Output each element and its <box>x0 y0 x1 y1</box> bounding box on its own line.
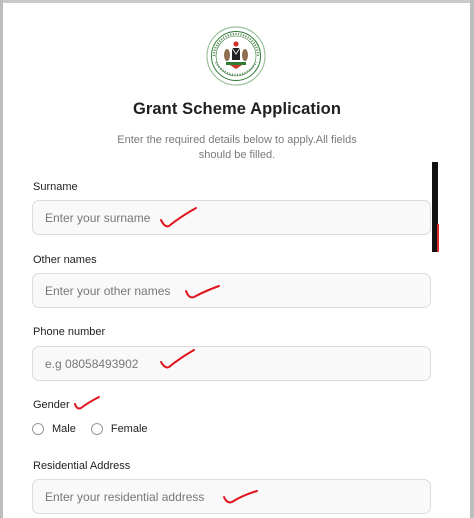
male-radio-label: Male <box>52 423 76 435</box>
application-page: Grant Scheme Application Enter the requi… <box>0 0 474 518</box>
page-title: Grant Scheme Application <box>132 100 342 118</box>
gender-option-female[interactable]: Female <box>90 423 148 435</box>
window-frame-left <box>0 0 3 518</box>
coat-of-arms-seal-icon <box>206 26 266 86</box>
surname-input[interactable] <box>32 200 431 235</box>
residential-address-label: Residential Address <box>33 460 131 472</box>
phone-number-input[interactable] <box>32 346 431 381</box>
female-radio-label: Female <box>110 423 148 435</box>
female-radio-button[interactable] <box>90 423 103 435</box>
gender-option-male[interactable]: Male <box>32 423 76 435</box>
gender-radio-group: Male Female <box>32 423 163 435</box>
window-frame-right <box>470 0 474 518</box>
phone-number-label: Phone number <box>33 326 106 338</box>
window-frame-top <box>0 0 474 3</box>
gender-label: Gender <box>33 399 70 411</box>
scrollbar-accent-mark <box>437 224 439 252</box>
page-subtitle: Enter the required details below to appl… <box>117 134 357 161</box>
surname-label: Surname <box>33 181 78 193</box>
male-radio-button[interactable] <box>32 423 44 435</box>
other-names-input[interactable] <box>32 273 431 308</box>
residential-address-input[interactable] <box>32 479 431 514</box>
other-names-label: Other names <box>33 254 97 266</box>
red-checkmark-icon <box>74 396 100 410</box>
